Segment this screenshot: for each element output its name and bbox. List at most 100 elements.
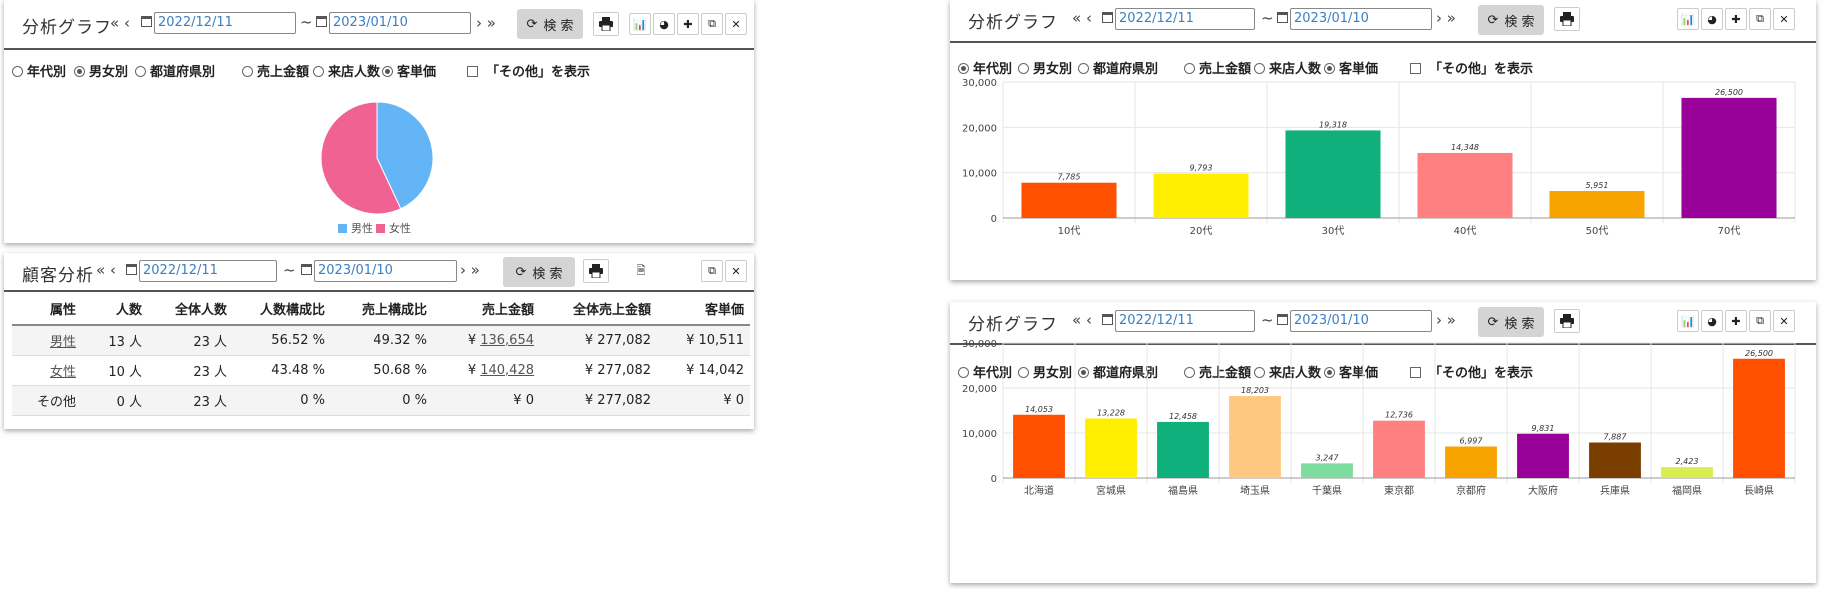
table-cell: 56.52 % [233,325,331,356]
radio-sales[interactable]: 売上金額 [1184,58,1251,77]
show-other-checkbox[interactable]: 「その他」を表示 [1410,58,1533,77]
radio-sales[interactable]: 売上金額 [1184,362,1251,381]
calendar-icon[interactable] [316,16,327,27]
bar-chart-button[interactable]: 📊 [629,13,651,35]
x-tick-label: 30代 [1322,225,1345,237]
prev-period-button[interactable]: « ‹ [96,261,116,279]
print-button[interactable] [1554,309,1580,333]
bar-value-label: 13,228 [1097,408,1125,417]
y-tick-label: 10,000 [962,169,997,180]
bar-chart-icon: 📊 [633,17,647,31]
table-row: 男性 13 人 23 人 56.52 % 49.32 % ¥ 136,654 ¥… [12,325,750,356]
radio-by-age[interactable]: 年代別 [958,362,1012,381]
calendar-icon[interactable] [301,264,312,275]
close-button[interactable]: ✕ [725,13,747,35]
date-from-input[interactable]: 2022/12/11 [139,260,277,282]
radio-visitors[interactable]: 来店人数 [1254,362,1321,381]
date-to-input[interactable]: 2023/01/10 [1290,310,1432,332]
show-other-checkbox[interactable]: 「その他」を表示 [467,61,590,80]
x-tick-label: 50代 [1586,225,1609,237]
legend-swatch [338,224,347,233]
date-to-input[interactable]: 2023/01/10 [329,12,471,34]
calendar-icon[interactable] [1277,314,1288,325]
date-from-input[interactable]: 2022/12/11 [1115,310,1255,332]
radio-by-age[interactable]: 年代別 [958,58,1012,77]
close-button[interactable]: ✕ [1773,8,1795,30]
attribute-link[interactable]: 女性 [12,355,82,386]
export-document-button[interactable]: 🗎 [630,260,652,282]
date-from-input[interactable]: 2022/12/11 [1115,8,1255,30]
calendar-icon[interactable] [141,16,152,27]
sales-amount-link[interactable]: 136,654 [480,333,534,348]
prev-period-button[interactable]: « ‹ [1072,9,1092,27]
calendar-icon[interactable] [126,264,137,275]
column-header: 人数構成比 [233,293,331,326]
radio-by-prefecture[interactable]: 都道府県別 [135,61,215,80]
close-button[interactable]: ✕ [1773,310,1795,332]
sales-amount-link[interactable]: 140,428 [480,363,534,378]
attribute-label: その他 [12,385,82,416]
radio-sales[interactable]: 売上金額 [242,61,309,80]
print-button[interactable] [1554,7,1580,31]
customer-table: 属性 人数 全体人数 人数構成比 売上構成比 売上金額 全体売上金額 客単価 男… [12,293,750,416]
radio-unit-price[interactable]: 客単価 [382,61,436,80]
radio-visitors[interactable]: 来店人数 [313,61,380,80]
radio-unit-price[interactable]: 客単価 [1324,362,1378,381]
next-period-button[interactable]: › » [460,261,480,279]
table-cell: 43.48 % [233,355,331,386]
radio-by-age[interactable]: 年代別 [12,61,66,80]
table-cell: ¥ 140,428 [433,355,540,386]
calendar-icon[interactable] [1102,314,1113,325]
pie-chart-button[interactable]: ◕ [653,13,675,35]
attribute-link[interactable]: 男性 [12,325,82,356]
restore-window-button[interactable]: ⧉ [1749,8,1771,30]
x-tick-label: 40代 [1454,225,1477,237]
refresh-icon: ⟳ [1487,314,1499,330]
bar-chart-button[interactable]: 📊 [1677,310,1699,332]
add-button[interactable]: ✚ [1725,8,1747,30]
radio-visitors[interactable]: 来店人数 [1254,58,1321,77]
next-period-button[interactable]: › » [1436,311,1456,329]
radio-by-prefecture[interactable]: 都道府県別 [1078,362,1158,381]
restore-window-button[interactable]: ⧉ [701,13,723,35]
add-button[interactable]: ✚ [1725,310,1747,332]
print-button[interactable] [593,12,619,36]
close-button[interactable]: ✕ [725,260,747,282]
y-tick-label: 20,000 [962,384,997,395]
radio-by-gender[interactable]: 男女別 [74,61,128,80]
radio-unit-price[interactable]: 客単価 [1324,58,1378,77]
pie-chart-icon: ◕ [1707,12,1717,26]
next-period-button[interactable]: › » [476,14,496,32]
pie-chart-button[interactable]: ◕ [1701,8,1723,30]
radio-by-gender[interactable]: 男女別 [1018,58,1072,77]
date-to-input[interactable]: 2023/01/10 [314,260,457,282]
column-header: 人数 [82,293,148,326]
search-button[interactable]: ⟳ 検 索 [1478,307,1544,337]
next-period-button[interactable]: › » [1436,9,1456,27]
table-cell: 0 % [233,385,331,416]
prev-period-button[interactable]: « ‹ [1072,311,1092,329]
search-button[interactable]: ⟳ 検 索 [503,257,575,287]
calendar-icon[interactable] [1277,12,1288,23]
bar-value-label: 19,318 [1319,120,1347,129]
date-to-input[interactable]: 2023/01/10 [1290,8,1432,30]
radio-by-gender[interactable]: 男女別 [1018,362,1072,381]
radio-by-prefecture[interactable]: 都道府県別 [1078,58,1158,77]
search-button[interactable]: ⟳ 検 索 [1478,5,1544,35]
pie-chart-button[interactable]: ◕ [1701,310,1723,332]
restore-window-button[interactable]: ⧉ [701,260,723,282]
search-button[interactable]: ⟳ 検 索 [517,9,583,39]
date-from-input[interactable]: 2022/12/11 [154,12,296,34]
table-cell: ¥ 0 [433,385,540,416]
table-cell: 23 人 [148,325,233,356]
add-button[interactable]: ✚ [677,13,699,35]
bar-chart-button[interactable]: 📊 [1677,8,1699,30]
show-other-checkbox[interactable]: 「その他」を表示 [1410,362,1533,381]
prev-period-button[interactable]: « ‹ [110,14,130,32]
x-tick-label: 福岡県 [1672,484,1702,497]
table-cell: 23 人 [148,385,233,416]
print-button[interactable] [583,259,609,283]
calendar-icon[interactable] [1102,12,1113,23]
bar-value-label: 2,423 [1676,457,1699,466]
restore-window-button[interactable]: ⧉ [1749,310,1771,332]
